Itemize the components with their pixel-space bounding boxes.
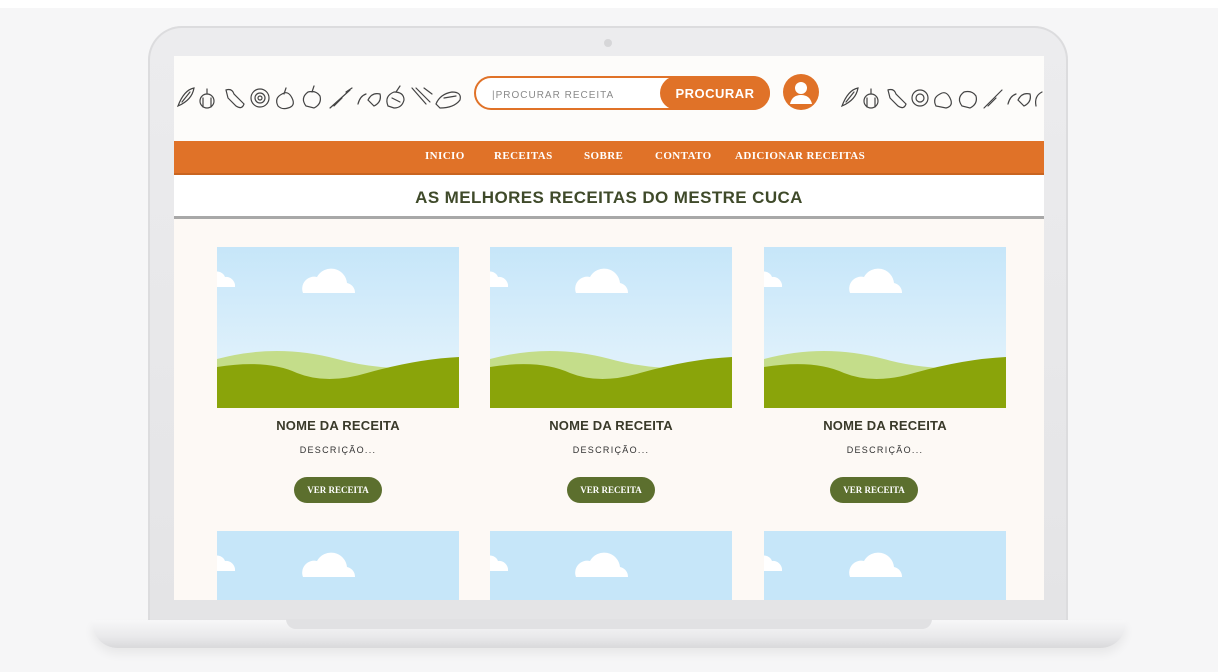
- view-recipe-button[interactable]: VER RECEITA: [830, 477, 918, 503]
- recipe-image-placeholder: [217, 247, 459, 408]
- site-header: PROCURAR: [174, 56, 1044, 141]
- nav-item-adicionar-receitas[interactable]: ADICIONAR RECEITAS: [735, 150, 865, 162]
- vegetable-doodles-right: [840, 87, 1043, 109]
- recipe-image-placeholder: [764, 531, 1006, 600]
- title-band: AS MELHORES RECEITAS DO MESTRE CUCA: [174, 175, 1044, 219]
- recipe-description: DESCRIÇÃO...: [299, 445, 377, 455]
- vegetable-doodles-left: [176, 85, 461, 110]
- nav-item-inicio[interactable]: INICIO: [425, 150, 465, 162]
- recipe-image-placeholder: [764, 247, 1006, 408]
- camera-icon: [604, 39, 612, 47]
- nav-item-receitas[interactable]: RECEITAS: [494, 150, 553, 162]
- recipe-image-placeholder: [490, 247, 732, 408]
- page-title: AS MELHORES RECEITAS DO MESTRE CUCA: [415, 188, 803, 207]
- nav-item-contato[interactable]: CONTATO: [655, 150, 712, 162]
- nav-item-sobre[interactable]: SOBRE: [584, 150, 623, 162]
- recipe-description: DESCRIÇÃO...: [846, 445, 924, 455]
- view-recipe-button[interactable]: VER RECEITA: [294, 477, 382, 503]
- search-button[interactable]: PROCURAR: [660, 76, 770, 110]
- recipe-name: NOME DA RECEITA: [823, 418, 947, 433]
- recipe-description: DESCRIÇÃO...: [572, 445, 650, 455]
- user-avatar[interactable]: [783, 74, 819, 110]
- recipe-image-placeholder: [217, 531, 459, 600]
- recipe-name: NOME DA RECEITA: [549, 418, 673, 433]
- search-input[interactable]: [490, 84, 664, 106]
- main-nav: INICIO RECEITAS SOBRE CONTATO ADICIONAR …: [174, 141, 1044, 175]
- laptop-screen: PROCURAR INICIO RECEITAS: [174, 56, 1044, 600]
- recipe-name: NOME DA RECEITA: [276, 418, 400, 433]
- user-icon: [790, 82, 812, 104]
- view-recipe-button[interactable]: VER RECEITA: [567, 477, 655, 503]
- search-box: PROCURAR: [474, 76, 770, 110]
- recipe-image-placeholder: [490, 531, 732, 600]
- laptop-base-notch: [286, 619, 932, 629]
